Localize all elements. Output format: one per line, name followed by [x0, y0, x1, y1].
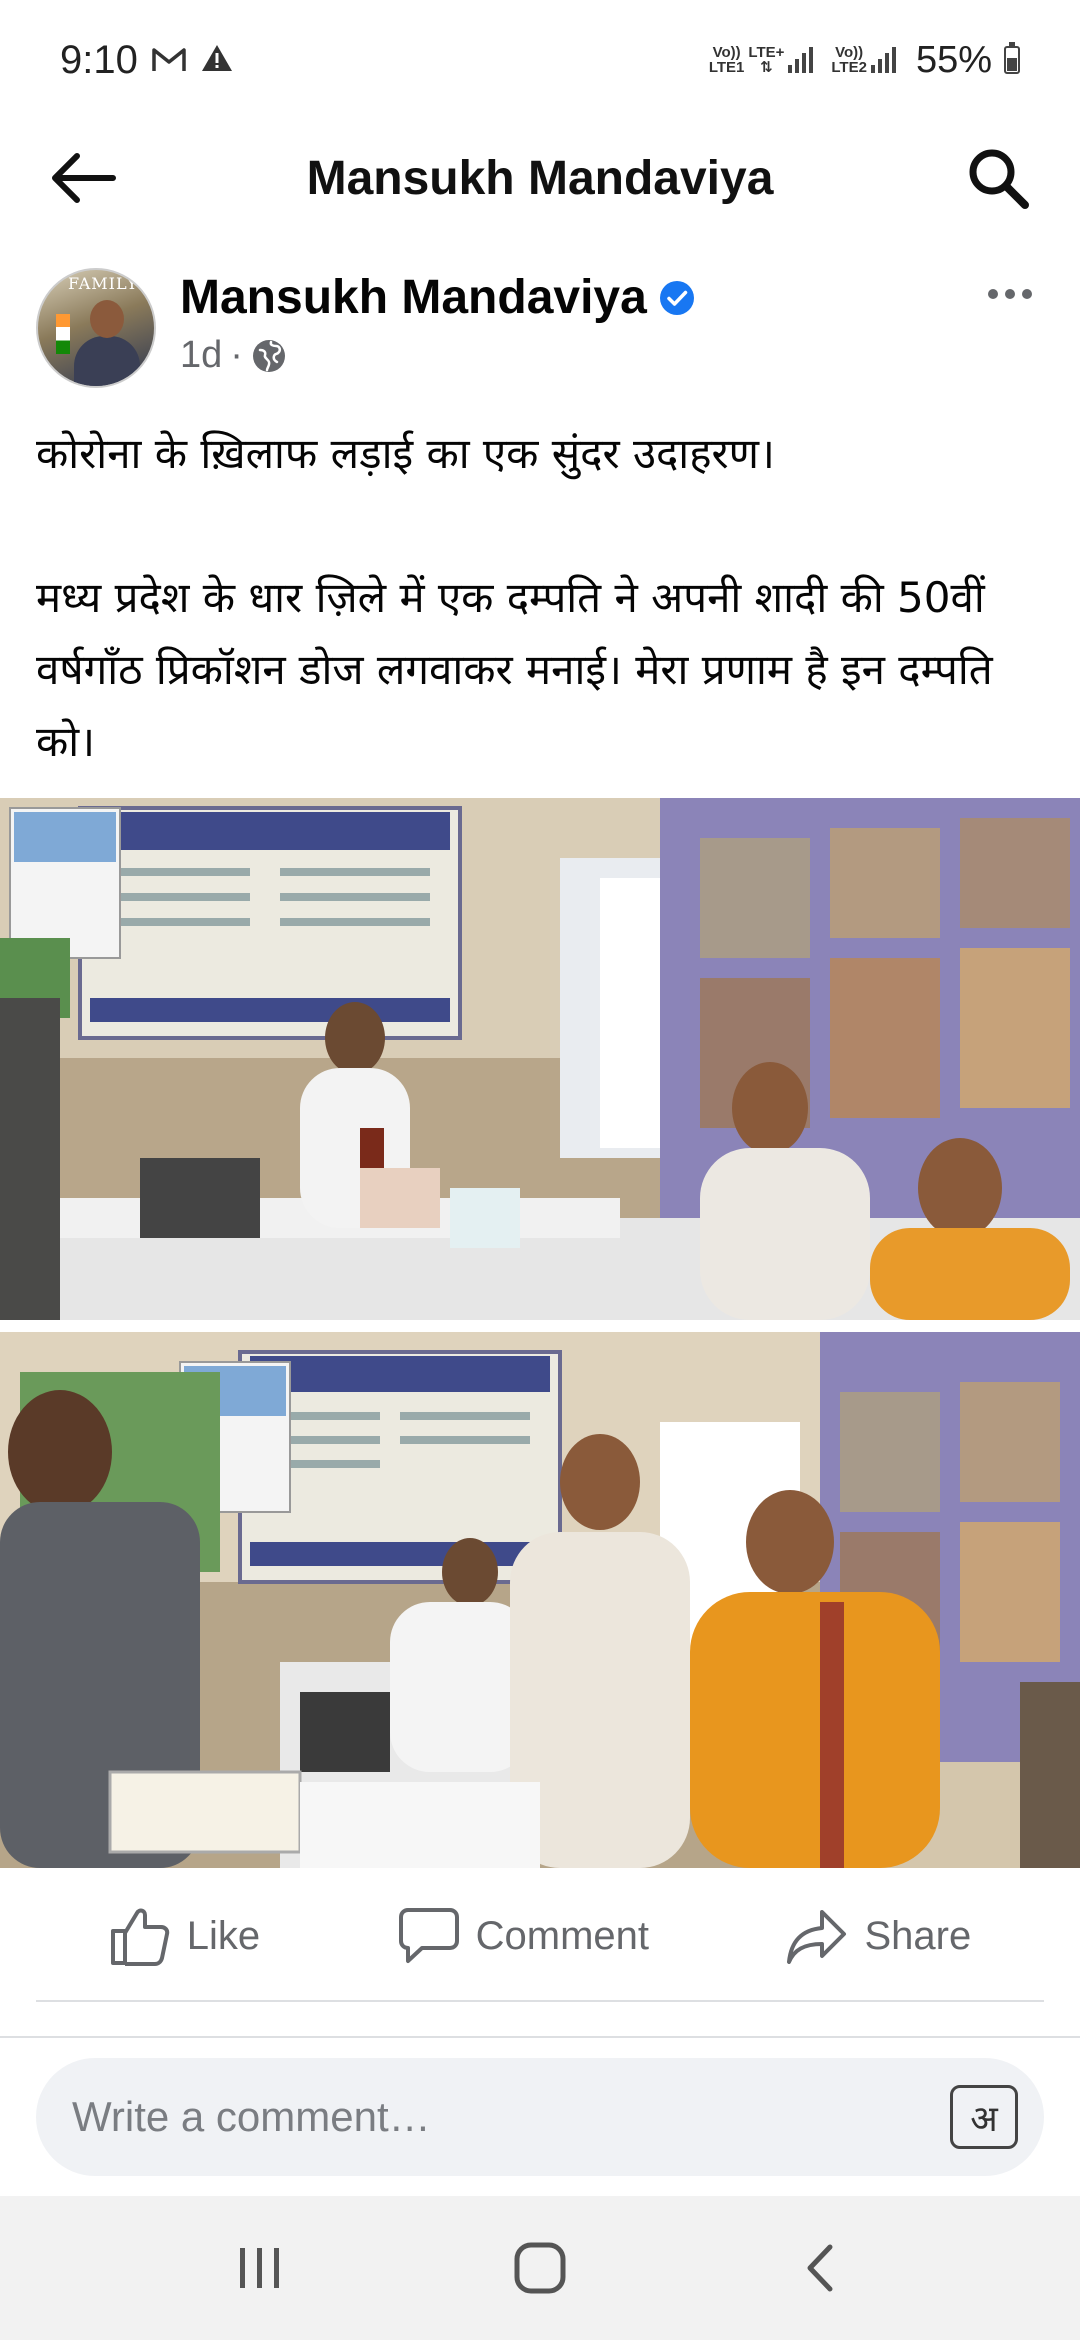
photo-couple-celebration — [0, 1332, 1080, 1868]
chevron-left-icon — [807, 2244, 833, 2292]
more-options-button[interactable] — [974, 264, 1046, 324]
share-arrow-icon — [787, 1910, 847, 1964]
battery-level — [1007, 57, 1017, 71]
post-paragraph: कोरोना के ख़िलाफ लड़ाई का एक सुंदर उदाहर… — [36, 429, 775, 478]
recent-apps-icon — [240, 2248, 279, 2288]
status-time: 9:10 — [60, 37, 138, 82]
like-button[interactable]: Like — [109, 1905, 260, 1967]
status-right: Vo)) LTE1 LTE+ ⇅ Vo)) LTE2 55% — [709, 39, 1020, 82]
sim2-indicator: Vo)) LTE2 — [831, 45, 896, 75]
battery-icon — [1004, 42, 1020, 74]
comment-bubble-icon — [398, 1908, 459, 1963]
battery-percent: 55% — [915, 38, 992, 81]
home-icon — [514, 2242, 566, 2294]
avatar-text: FAMILY — [68, 274, 139, 293]
data-arrows-icon: ⇅ — [760, 59, 773, 76]
status-left: 9:10 — [60, 38, 234, 83]
sim2-volte-label: Vo)) — [835, 44, 864, 61]
avatar[interactable]: FAMILY — [36, 268, 156, 388]
status-bar: 9:10 Vo)) LTE1 LTE+ ⇅ Vo)) LTE2 55% — [0, 0, 1080, 120]
search-icon — [969, 149, 1029, 209]
comment-input[interactable] — [72, 2093, 872, 2141]
post-header: FAMILY Mansukh Mandaviya 1d · — [36, 264, 1046, 394]
verified-badge-icon — [659, 280, 694, 315]
sim1-label: LTE1 — [708, 59, 745, 76]
share-button[interactable]: Share — [786, 1908, 971, 1964]
sim2-label: LTE2 — [831, 59, 867, 76]
recent-apps-button[interactable] — [210, 2218, 310, 2318]
like-label: Like — [186, 1913, 261, 1958]
signal-icon — [870, 47, 896, 73]
top-app-bar: Mansukh Mandaviya — [0, 120, 1080, 236]
divider — [36, 2000, 1044, 2002]
share-label: Share — [864, 1913, 972, 1958]
comment-label: Comment — [475, 1913, 649, 1958]
globe-icon — [252, 339, 285, 372]
signal-icon — [788, 47, 814, 73]
more-dot-icon — [988, 289, 998, 299]
photo-vaccination-center — [0, 798, 1080, 1320]
author-name-row[interactable]: Mansukh Mandaviya — [180, 270, 695, 325]
back-nav-button[interactable] — [770, 2218, 870, 2318]
sim1-indicator: Vo)) LTE1 LTE+ ⇅ — [709, 45, 814, 75]
language-key-button[interactable]: अ — [950, 2085, 1018, 2149]
search-button[interactable] — [956, 136, 1040, 220]
back-button[interactable] — [40, 136, 124, 220]
comment-box: अ — [36, 2058, 1044, 2176]
sim1-network-label: LTE+ — [748, 44, 785, 61]
meta-separator: · — [230, 334, 243, 376]
post-action-bar: Like Comment Share — [0, 1874, 1080, 1998]
home-button[interactable] — [490, 2218, 590, 2318]
comment-button[interactable]: Comment — [398, 1906, 649, 1966]
flag-icon — [56, 314, 70, 354]
post-photo-2[interactable] — [0, 1332, 1080, 1868]
post-time[interactable]: 1d — [180, 334, 222, 377]
page-title: Mansukh Mandaviya — [306, 151, 774, 205]
divider — [0, 2036, 1080, 2038]
thumbs-up-icon — [110, 1908, 169, 1966]
sim1-volte-label: Vo)) — [712, 44, 741, 61]
post-paragraph: मध्य प्रदेश के धार ज़िले में एक दम्पति न… — [36, 573, 993, 766]
author-name[interactable]: Mansukh Mandaviya — [180, 270, 647, 325]
post-photo-1[interactable] — [0, 798, 1080, 1320]
warning-icon — [200, 38, 234, 83]
arrow-left-icon — [52, 153, 116, 203]
post-meta: 1d · — [180, 334, 287, 377]
system-nav-bar — [0, 2196, 1080, 2340]
post-body: कोरोना के ख़िलाफ लड़ाई का एक सुंदर उदाहर… — [36, 418, 1046, 778]
gmail-icon — [152, 38, 186, 83]
